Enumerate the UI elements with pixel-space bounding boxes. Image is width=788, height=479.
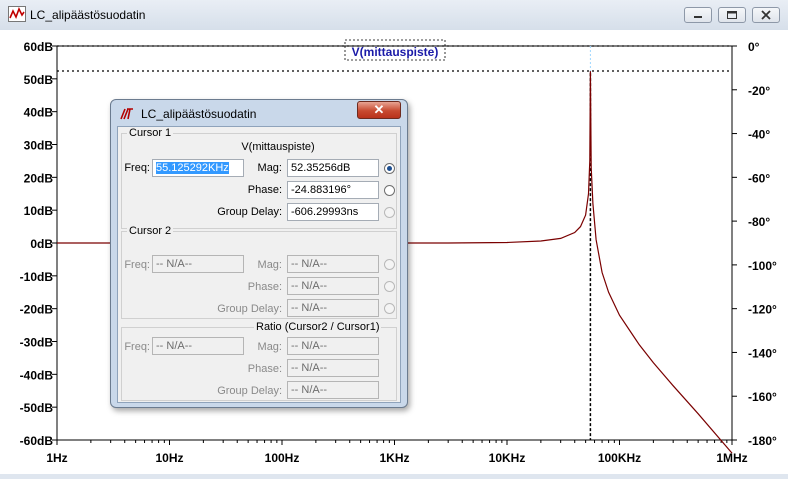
y-right-tick-label: -40° (748, 128, 770, 142)
cursor1-mag-field[interactable]: 52.35256dB (287, 159, 379, 177)
cursor1-mag-radio[interactable] (384, 163, 395, 174)
minimize-button[interactable] (684, 7, 712, 23)
y-left-tick-label: 50dB (24, 73, 54, 87)
y-left-tick-label: 20dB (24, 171, 54, 185)
x-tick-label: 100Hz (265, 451, 300, 465)
ratio-freq-field[interactable]: -- N/A-- (152, 337, 244, 355)
y-left-tick-label: 10dB (24, 204, 54, 218)
cursor1-group-delay-value: -606.29993ns (291, 206, 359, 218)
ratio-mag-label: Mag: (257, 341, 282, 353)
ratio-mag-field[interactable]: -- N/A-- (287, 337, 379, 355)
cursor2-mag-value: -- N/A-- (291, 258, 328, 270)
window-title-bar: LC_alipäästösuodatin (0, 0, 788, 30)
cursor2-group-delay-field[interactable]: -- N/A-- (287, 299, 379, 317)
ratio-group-delay-field[interactable]: -- N/A-- (287, 381, 379, 399)
ltspice-icon (120, 108, 133, 120)
cursor-dialog[interactable]: LC_alipäästösuodatin ✕ Cursor 1 V(mittau… (110, 99, 408, 408)
cursor1-group-delay-label: Group Delay: (217, 206, 282, 218)
cursor1-freq-label: Freq: (124, 162, 150, 174)
ratio-freq-label: Freq: (124, 341, 150, 353)
cursor1-phase-field[interactable]: -24.883196° (287, 181, 379, 199)
window-title: LC_alipäästösuodatin (30, 8, 146, 22)
maximize-icon (727, 11, 737, 19)
cursor2-mag-label: Mag: (257, 259, 282, 271)
cursor1-phase-value: -24.883196° (291, 184, 352, 196)
close-icon: ✕ (373, 102, 385, 117)
cursor2-mag-radio[interactable] (384, 259, 395, 270)
y-left-tick-label: 30dB (24, 139, 54, 153)
y-left-tick-label: 60dB (24, 40, 54, 54)
ratio-phase-value: -- N/A-- (291, 362, 328, 374)
cursor2-group-delay-value: -- N/A-- (291, 302, 328, 314)
y-left-tick-label: 40dB (24, 106, 54, 120)
dialog-close-button[interactable]: ✕ (357, 101, 401, 119)
cursor2-phase-value: -- N/A-- (291, 280, 328, 292)
cursor1-group-delay-radio[interactable] (384, 207, 395, 218)
minimize-icon (694, 16, 702, 18)
ratio-phase-label: Phase: (247, 363, 282, 375)
y-left-tick-label: -30dB (20, 336, 54, 350)
y-right-tick-label: -180° (748, 434, 777, 448)
y-left-tick-label: 0dB (30, 237, 53, 251)
ratio-group-delay-label: Group Delay: (217, 385, 282, 397)
y-right-tick-label: -140° (748, 346, 777, 360)
x-tick-label: 10KHz (489, 451, 526, 465)
y-right-tick-label: -120° (748, 303, 777, 317)
y-left-tick-label: -50dB (20, 401, 54, 415)
y-right-tick-label: 0° (748, 40, 760, 54)
ratio-mag-value: -- N/A-- (291, 340, 328, 352)
cursor2-group-delay-radio[interactable] (384, 303, 395, 314)
ratio-group-label: Ratio (Cursor2 / Cursor1) (254, 321, 382, 333)
y-left-tick-label: -60dB (20, 434, 54, 448)
y-left-tick-label: -40dB (20, 368, 54, 382)
ratio-group-delay-value: -- N/A-- (291, 384, 328, 396)
cursor2-freq-field[interactable]: -- N/A-- (152, 255, 244, 273)
cursor1-freq-value: 55.125292KHz (156, 162, 229, 174)
y-right-tick-label: -100° (748, 259, 777, 273)
waveform-app-icon (8, 6, 26, 22)
x-tick-label: 1Hz (46, 451, 67, 465)
dialog-body: Cursor 1 V(mittauspiste) Freq: 55.125292… (117, 126, 401, 403)
cursor2-freq-value: -- N/A-- (156, 258, 193, 270)
cursor1-phase-label: Phase: (247, 184, 282, 196)
maximize-button[interactable] (718, 7, 746, 23)
cursor1-mag-label: Mag: (257, 162, 282, 174)
x-tick-label: 100KHz (598, 451, 641, 465)
close-window-button[interactable] (752, 7, 780, 23)
cursor1-phase-radio[interactable] (384, 185, 395, 196)
y-right-tick-label: -20° (748, 84, 770, 98)
dialog-title: LC_alipäästösuodatin (141, 107, 257, 121)
cursor1-mag-value: 52.35256dB (291, 162, 351, 174)
cursor2-mag-field[interactable]: -- N/A-- (287, 255, 379, 273)
y-right-tick-label: -160° (748, 390, 777, 404)
cursor2-group-delay-label: Group Delay: (217, 303, 282, 315)
y-right-tick-label: -60° (748, 171, 770, 185)
ratio-freq-value: -- N/A-- (156, 340, 193, 352)
cursor2-freq-label: Freq: (124, 259, 150, 271)
x-tick-label: 1KHz (379, 451, 409, 465)
trace-label: V(mittauspiste) (352, 45, 439, 59)
ratio-phase-field[interactable]: -- N/A-- (287, 359, 379, 377)
cursor1-freq-field[interactable]: 55.125292KHz (152, 159, 244, 177)
close-icon (761, 10, 771, 20)
cursor2-phase-label: Phase: (247, 281, 282, 293)
cursor1-trace-name: V(mittauspiste) (241, 141, 315, 153)
x-tick-label: 10Hz (155, 451, 183, 465)
y-right-tick-label: -80° (748, 215, 770, 229)
y-left-tick-label: -20dB (20, 303, 54, 317)
cursor1-group-label: Cursor 1 (127, 127, 174, 139)
cursor2-phase-field[interactable]: -- N/A-- (287, 277, 379, 295)
y-left-tick-label: -10dB (20, 270, 54, 284)
cursor1-group-delay-field[interactable]: -606.29993ns (287, 203, 379, 221)
cursor2-phase-radio[interactable] (384, 281, 395, 292)
dialog-title-bar[interactable]: LC_alipäästösuodatin ✕ (111, 100, 407, 126)
cursor2-group-label: Cursor 2 (127, 225, 174, 237)
